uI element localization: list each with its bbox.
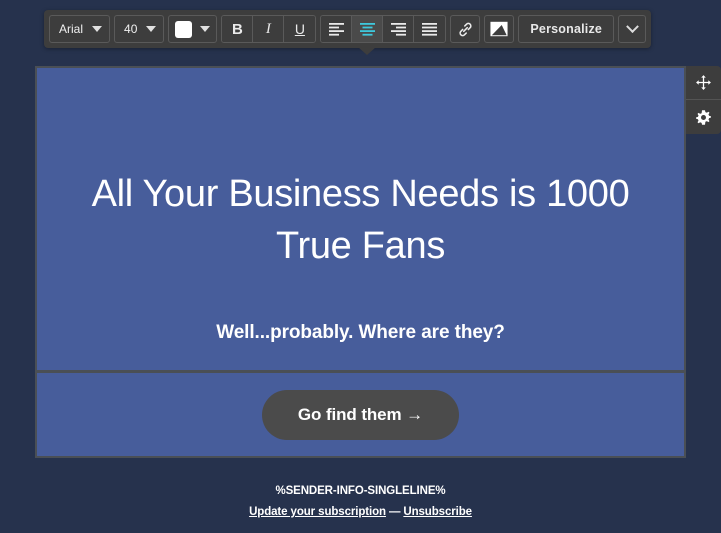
- font-family-value: Arial: [59, 22, 83, 36]
- update-subscription-link[interactable]: Update your subscription: [249, 506, 386, 518]
- image-icon: [490, 21, 508, 37]
- align-justify-icon: [422, 23, 437, 36]
- sender-info-placeholder: %SENDER-INFO-SINGLELINE%: [0, 485, 721, 497]
- italic-button[interactable]: I: [253, 16, 284, 42]
- align-left-button[interactable]: [321, 16, 352, 42]
- chevron-down-icon: [92, 26, 102, 32]
- color-swatch: [175, 21, 192, 38]
- chevron-down-icon: [146, 26, 156, 32]
- footer-links: Update your subscription—Unsubscribe: [0, 506, 721, 518]
- insert-link-button[interactable]: [450, 15, 480, 43]
- font-size-dropdown[interactable]: 40: [114, 15, 164, 43]
- cta-wrapper: Go find them →: [37, 373, 684, 456]
- underline-button[interactable]: U: [284, 16, 315, 42]
- font-size-value: 40: [124, 22, 137, 36]
- align-justify-button[interactable]: [414, 16, 445, 42]
- formatting-toolbar: Arial 40 B I U: [44, 10, 651, 48]
- more-options-button[interactable]: [618, 15, 646, 43]
- toolbar-pointer: [358, 47, 376, 55]
- block-controls-panel: [686, 66, 721, 134]
- footer-separator: —: [386, 506, 403, 518]
- cta-block[interactable]: Go find them →: [35, 370, 686, 458]
- insert-image-button[interactable]: [484, 15, 514, 43]
- move-arrows-icon: [695, 74, 712, 91]
- align-center-icon: [360, 23, 375, 36]
- align-right-icon: [391, 23, 406, 36]
- chevron-down-icon: [626, 20, 639, 33]
- text-color-picker[interactable]: [168, 15, 217, 43]
- hero-heading[interactable]: All Your Business Needs is 1000 True Fan…: [37, 168, 684, 272]
- text-style-group: B I U: [221, 15, 316, 43]
- align-right-button[interactable]: [383, 16, 414, 42]
- chevron-down-icon: [200, 26, 210, 32]
- personalize-button[interactable]: Personalize: [518, 15, 614, 43]
- align-center-button[interactable]: [352, 16, 383, 42]
- block-settings-button[interactable]: [686, 100, 721, 134]
- go-find-them-button[interactable]: Go find them →: [262, 390, 459, 440]
- email-canvas: All Your Business Needs is 1000 True Fan…: [35, 66, 686, 458]
- gear-icon: [695, 109, 712, 126]
- unsubscribe-link[interactable]: Unsubscribe: [403, 506, 472, 518]
- hero-subheading[interactable]: Well...probably. Where are they?: [37, 322, 684, 344]
- align-left-icon: [329, 23, 344, 36]
- hero-text-block[interactable]: All Your Business Needs is 1000 True Fan…: [35, 66, 686, 370]
- font-family-dropdown[interactable]: Arial: [49, 15, 110, 43]
- text-align-group: [320, 15, 446, 43]
- bold-button[interactable]: B: [222, 16, 253, 42]
- email-footer: %SENDER-INFO-SINGLELINE% Update your sub…: [0, 485, 721, 518]
- move-block-handle[interactable]: [686, 66, 721, 100]
- link-icon: [457, 21, 474, 38]
